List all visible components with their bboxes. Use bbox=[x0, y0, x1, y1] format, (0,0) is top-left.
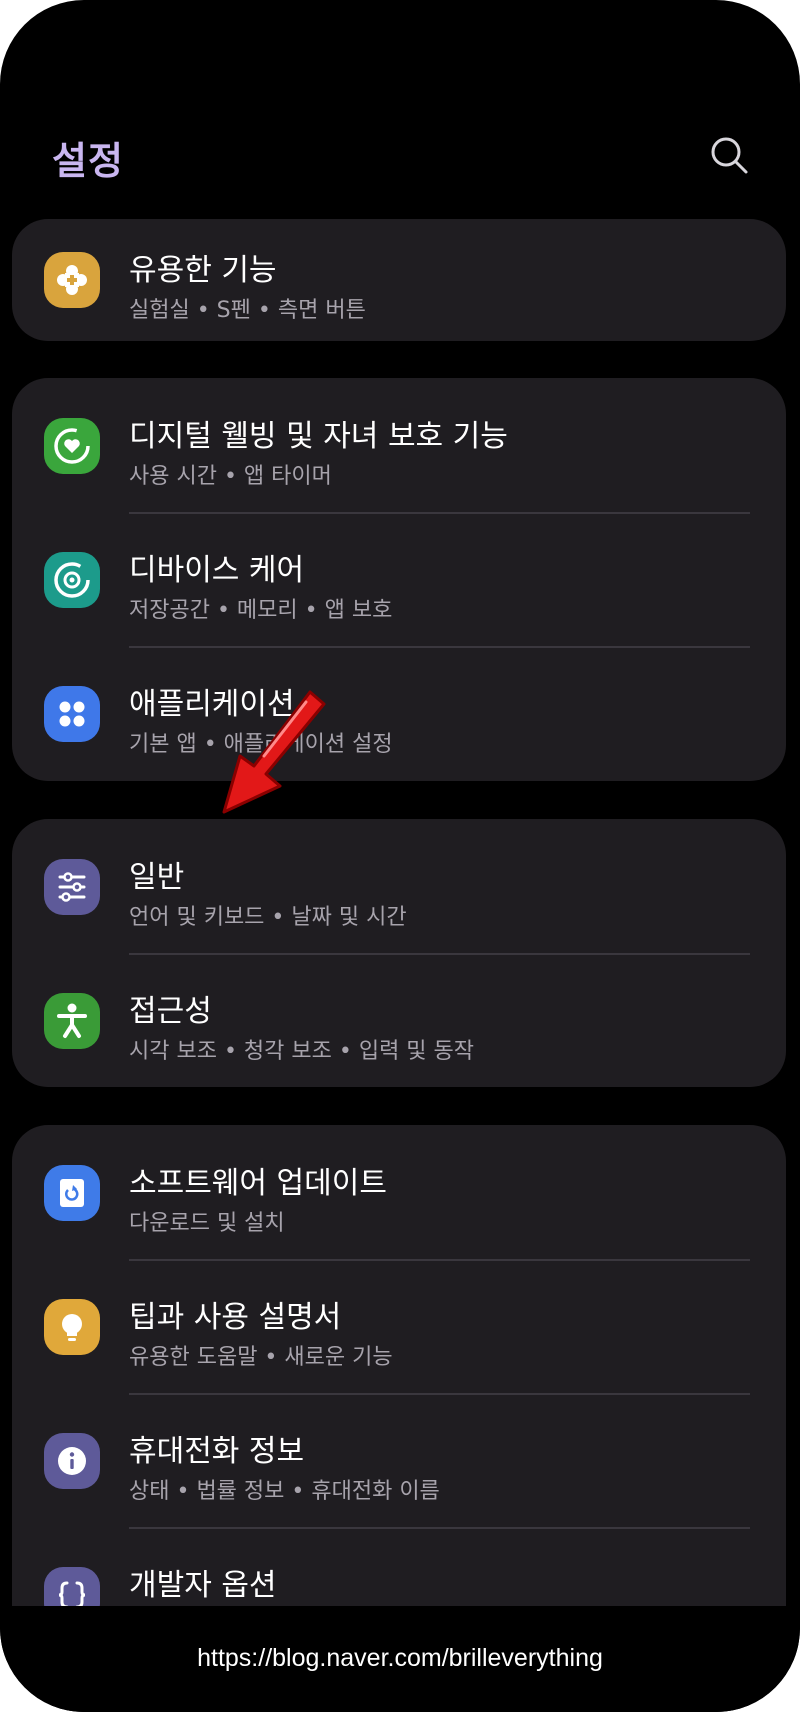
item-subtitle: 실험실 • S펜 • 측면 버튼 bbox=[129, 298, 366, 323]
puzzle-icon bbox=[44, 252, 100, 308]
item-title: 일반 bbox=[129, 860, 185, 895]
item-subtitle: 시각 보조 • 청각 보조 • 입력 및 동작 bbox=[129, 1039, 475, 1064]
settings-item-advanced-features[interactable]: 유용한 기능 실험실 • S펜 • 측면 버튼 bbox=[12, 219, 786, 341]
settings-item-digital-wellbeing[interactable]: 디지털 웰빙 및 자녀 보호 기능 사용 시간 • 앱 타이머 bbox=[12, 378, 786, 512]
wellbeing-icon bbox=[44, 418, 100, 474]
sliders-icon bbox=[44, 859, 100, 915]
settings-item-device-care[interactable]: 디바이스 케어 저장공간 • 메모리 • 앱 보호 bbox=[12, 512, 786, 646]
item-title: 접근성 bbox=[129, 994, 212, 1029]
accessibility-icon bbox=[44, 993, 100, 1049]
item-title: 소프트웨어 업데이트 bbox=[129, 1166, 387, 1201]
settings-item-applications[interactable]: 애플리케이션 기본 앱 • 애플리케이션 설정 bbox=[12, 646, 786, 780]
settings-screen: 설정 유용한 기능 실험실 • S펜 • 측면 버튼 디지털 웰빙 및 자녀 보… bbox=[0, 0, 800, 1712]
item-subtitle: 저장공간 • 메모리 • 앱 보호 bbox=[129, 598, 393, 623]
page-title: 설정 bbox=[52, 139, 124, 183]
red-arrow-icon bbox=[222, 690, 326, 814]
item-title: 디지털 웰빙 및 자녀 보호 기능 bbox=[129, 419, 508, 454]
item-title: 휴대전화 정보 bbox=[129, 1434, 305, 1469]
settings-item-general[interactable]: 일반 언어 및 키보드 • 날짜 및 시간 bbox=[12, 819, 786, 953]
item-title: 디바이스 케어 bbox=[129, 553, 305, 588]
lightbulb-icon bbox=[44, 1299, 100, 1355]
info-icon bbox=[44, 1433, 100, 1489]
settings-group-device: 디지털 웰빙 및 자녀 보호 기능 사용 시간 • 앱 타이머 디바이스 케어 … bbox=[12, 378, 786, 781]
settings-group-general: 일반 언어 및 키보드 • 날짜 및 시간 접근성 시각 보조 • 청각 보조 … bbox=[12, 819, 786, 1087]
item-subtitle: 다운로드 및 설치 bbox=[129, 1211, 285, 1236]
watermark-url: https://blog.naver.com/brilleverything bbox=[197, 1644, 603, 1672]
device-care-icon bbox=[44, 552, 100, 608]
item-title: 유용한 기능 bbox=[129, 253, 277, 288]
item-title: 개발자 옵션 bbox=[129, 1568, 277, 1603]
apps-grid-icon bbox=[44, 686, 100, 742]
settings-item-about-phone[interactable]: 휴대전화 정보 상태 • 법률 정보 • 휴대전화 이름 bbox=[12, 1393, 786, 1527]
item-subtitle: 언어 및 키보드 • 날짜 및 시간 bbox=[129, 905, 407, 930]
software-update-icon bbox=[44, 1165, 100, 1221]
settings-item-accessibility[interactable]: 접근성 시각 보조 • 청각 보조 • 입력 및 동작 bbox=[12, 953, 786, 1087]
item-subtitle: 유용한 도움말 • 새로운 기능 bbox=[129, 1345, 393, 1370]
search-button[interactable] bbox=[708, 134, 752, 178]
search-icon bbox=[711, 137, 748, 174]
item-subtitle: 사용 시간 • 앱 타이머 bbox=[129, 464, 332, 489]
item-subtitle: 상태 • 법률 정보 • 휴대전화 이름 bbox=[129, 1479, 440, 1504]
settings-item-tips[interactable]: 팁과 사용 설명서 유용한 도움말 • 새로운 기능 bbox=[12, 1259, 786, 1393]
settings-item-software-update[interactable]: 소프트웨어 업데이트 다운로드 및 설치 bbox=[12, 1125, 786, 1259]
settings-group-advanced: 유용한 기능 실험실 • S펜 • 측면 버튼 bbox=[12, 219, 786, 341]
item-title: 팁과 사용 설명서 bbox=[129, 1300, 342, 1335]
